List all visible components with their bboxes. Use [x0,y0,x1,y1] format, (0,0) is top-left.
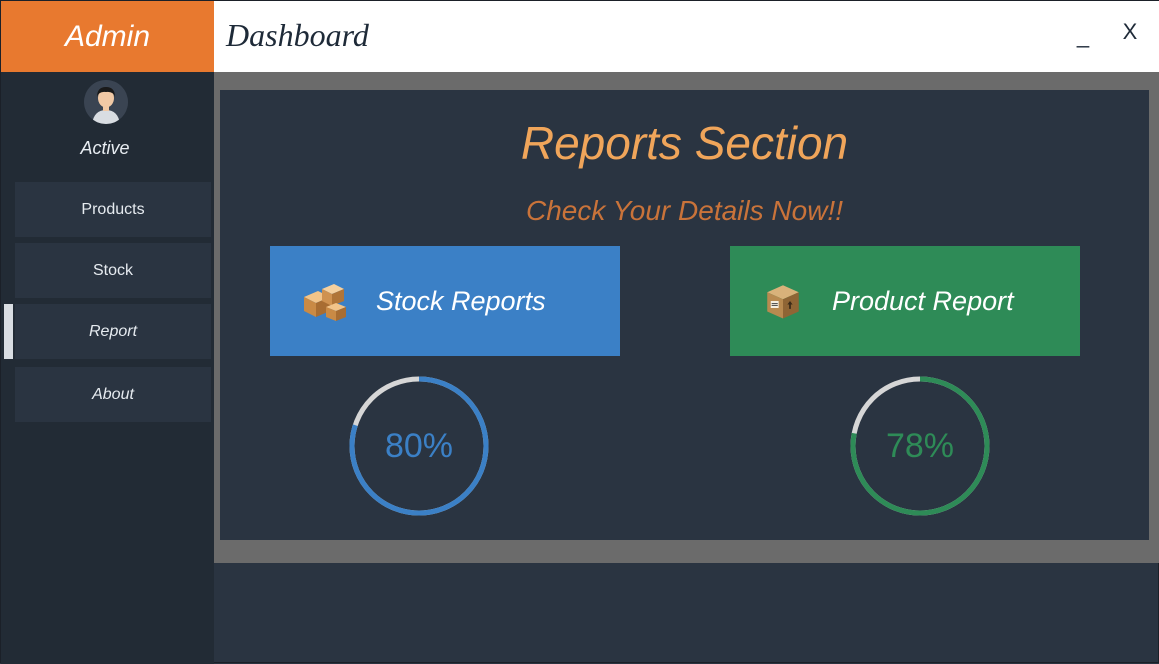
product-report-label: Product Report [832,285,1014,316]
avatar [84,80,128,124]
product-progress-gauge: 78% [848,374,992,518]
app-window: Admin Active Products Stock Report About… [0,0,1159,664]
product-report-button[interactable]: Product Report [730,246,1080,356]
stock-percent-text: 80% [384,426,454,465]
active-indicator [4,304,13,359]
stock-reports-label: Stock Reports [376,285,546,316]
section-title: Reports Section [520,117,849,169]
close-button[interactable]: X [1118,19,1142,49]
sidebar-item-label: Report [88,322,138,340]
sidebar-item-label: About [92,385,134,403]
stock-progress-gauge: 80% [347,374,491,518]
user-status-label: Active [80,138,130,158]
stock-reports-button[interactable]: Stock Reports [270,246,620,356]
brand-title: Admin [1,1,214,72]
product-percent-text: 78% [885,426,955,465]
minimize-button[interactable]: _ [1072,23,1094,53]
sidebar-item-label: Products [81,200,145,218]
sidebar: Admin Active Products Stock Report About [1,1,214,664]
sidebar-item-stock[interactable]: Stock [15,243,211,298]
sidebar-item-products[interactable]: Products [15,182,211,237]
sidebar-item-about[interactable]: About [15,367,211,422]
section-subtitle: Check Your Details Now!! [526,195,843,226]
boxes-icon [304,284,346,321]
package-crate-icon [767,285,799,319]
page-title: Dashboard [226,17,369,53]
header-bar: Dashboard _ X [214,1,1159,72]
reports-panel: Reports Section Check Your Details Now!!… [220,90,1149,540]
sidebar-item-label: Stock [92,261,133,279]
sidebar-item-report[interactable]: Report [15,304,211,359]
